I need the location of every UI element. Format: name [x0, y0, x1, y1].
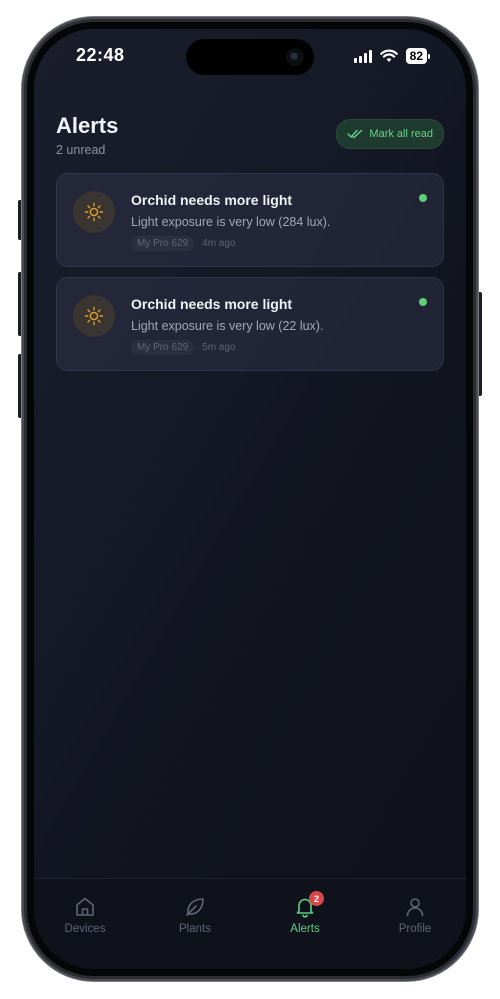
- alert-time: 4m ago: [202, 238, 236, 249]
- phone-frame: 22:48 82 Alerts 2 unread Mark all read O…: [22, 17, 478, 981]
- alert-meta: My Pro 629 5m ago: [131, 340, 236, 355]
- tab-label: Alerts: [290, 923, 320, 935]
- battery-level: 82: [405, 48, 427, 64]
- signal-icon: [353, 49, 372, 63]
- tab-alerts[interactable]: 2 Alerts: [265, 891, 345, 935]
- dynamic-island: [186, 39, 314, 75]
- unread-dot: [419, 298, 427, 306]
- wifi-icon: [379, 49, 398, 62]
- alerts-badge: 2: [309, 891, 324, 906]
- double-check-icon: [347, 129, 363, 139]
- status-time: 22:48: [76, 45, 125, 65]
- tab-bar: Devices Plants 2 Alerts Profile: [34, 878, 466, 969]
- mark-all-read-label: Mark all read: [369, 128, 433, 140]
- alert-title: Orchid needs more light: [131, 192, 293, 208]
- camera-icon: [286, 48, 304, 66]
- alert-message: Light exposure is very low (284 lux).: [131, 215, 331, 229]
- unread-dot: [419, 194, 427, 202]
- alert-card[interactable]: Orchid needs more light Light exposure i…: [56, 277, 444, 371]
- tab-label: Plants: [179, 923, 211, 935]
- sun-icon: [73, 191, 115, 233]
- tab-profile[interactable]: Profile: [375, 895, 455, 935]
- tab-devices[interactable]: Devices: [45, 895, 125, 935]
- device-tag: My Pro 629: [131, 340, 195, 355]
- page-header: Alerts 2 unread Mark all read: [56, 113, 444, 157]
- device-tag: My Pro 629: [131, 236, 195, 251]
- tab-label: Devices: [64, 923, 106, 935]
- user-icon: [406, 898, 424, 917]
- alert-message: Light exposure is very low (22 lux).: [131, 319, 324, 333]
- tab-label: Profile: [398, 923, 432, 935]
- mark-all-read-button[interactable]: Mark all read: [336, 119, 444, 149]
- battery-icon: 82: [405, 48, 430, 64]
- alert-card[interactable]: Orchid needs more light Light exposure i…: [56, 173, 444, 267]
- leaf-icon: [186, 898, 204, 916]
- alert-meta: My Pro 629 4m ago: [131, 236, 236, 251]
- tab-plants[interactable]: Plants: [155, 895, 235, 935]
- alert-list: Orchid needs more light Light exposure i…: [56, 173, 444, 381]
- alert-time: 5m ago: [202, 342, 236, 353]
- sun-icon: [73, 295, 115, 337]
- home-icon: [76, 897, 94, 916]
- status-indicators: 82: [353, 48, 430, 64]
- screen: 22:48 82 Alerts 2 unread Mark all read O…: [34, 29, 466, 969]
- alert-title: Orchid needs more light: [131, 296, 293, 312]
